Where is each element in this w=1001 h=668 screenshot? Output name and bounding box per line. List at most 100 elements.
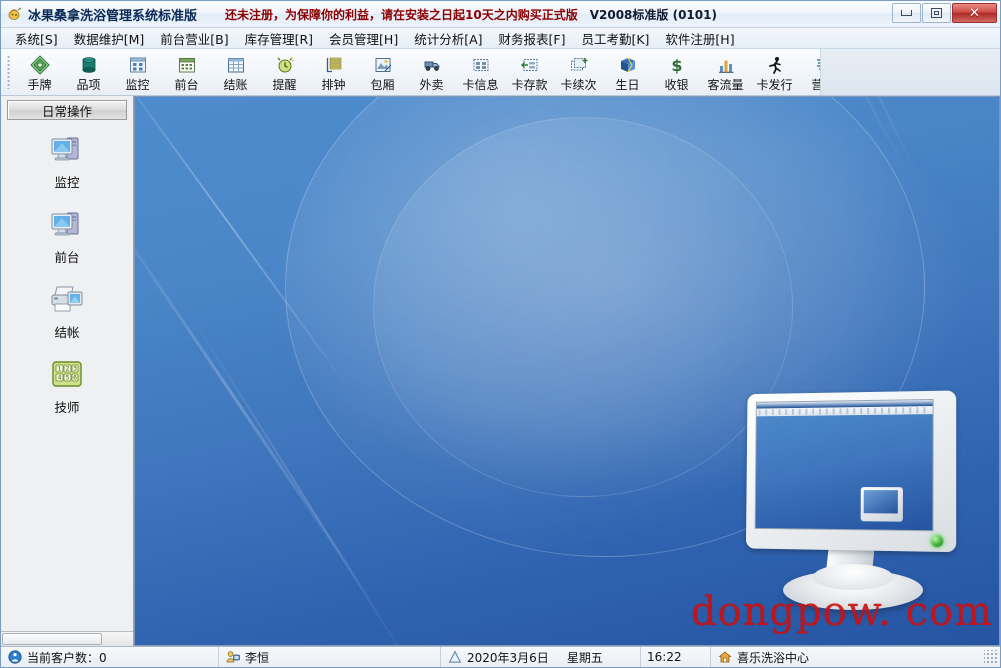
- app-icon: [7, 6, 23, 22]
- menu-item-inventory[interactable]: 库存管理[R]: [237, 27, 321, 50]
- toolbar-button-monitor[interactable]: 监控: [113, 50, 162, 94]
- resize-grip[interactable]: [984, 650, 998, 664]
- svg-text:$: $: [671, 56, 682, 75]
- calendar-small-icon: [447, 650, 462, 665]
- cylinder-icon: [78, 54, 100, 75]
- minimize-icon: [901, 10, 912, 16]
- toolbar-label: 卡存款: [511, 78, 548, 92]
- weekday-text: 星期五: [566, 650, 603, 665]
- toolbar-button-items[interactable]: 品项: [64, 50, 113, 94]
- lcd-monitor-artwork: dongpow. com: [735, 390, 963, 610]
- list-bars-icon: [323, 54, 345, 75]
- monitor-screen: dongpow. com: [754, 398, 934, 532]
- time-text: 16:22: [647, 650, 682, 664]
- printer-icon: [48, 282, 86, 318]
- toolbar-button-schedule[interactable]: 排钟: [309, 50, 358, 94]
- toolbar-drag-handle[interactable]: [7, 55, 10, 89]
- svg-text:4: 4: [58, 375, 62, 382]
- toolbar-label: 客流量: [707, 78, 744, 92]
- window-controls: ✕: [891, 3, 997, 23]
- toolbar-label: 结账: [223, 78, 248, 92]
- status-store: 喜乐洗浴中心: [711, 647, 815, 667]
- sidebar-panel: 日常操作 监控 前台 结帐 1 2 3 4 5 6 技师: [1, 96, 134, 646]
- svg-text:1: 1: [58, 366, 62, 373]
- sidebar-item-monitor[interactable]: 监控: [5, 132, 129, 191]
- status-date: 2020年3月6日 星期五: [441, 647, 641, 667]
- sidebar-item-label: 结帐: [54, 325, 80, 340]
- people-icon: [7, 650, 22, 665]
- toolbar-label: 生日: [615, 78, 640, 92]
- operator-name: 李恒: [245, 650, 270, 665]
- svg-text:6: 6: [73, 375, 77, 382]
- sidebar-item-label: 前台: [54, 250, 80, 265]
- toolbar-button-card-info[interactable]: 卡信息: [456, 50, 505, 94]
- alarm-icon: [274, 54, 296, 75]
- menu-item-registration[interactable]: 软件注册[H]: [657, 27, 742, 50]
- toolbar-button-reminder[interactable]: 提醒: [260, 50, 309, 94]
- menu-item-membership[interactable]: 会员管理[H]: [321, 27, 406, 50]
- toolbar-label: 卡信息: [462, 78, 499, 92]
- nested-watermark: dongpow. com: [871, 529, 908, 531]
- application-window: 冰果桑拿洗浴管理系统标准版 还未注册，为保障你的利益，请在安装之日起10天之内购…: [0, 0, 1001, 668]
- toolbar-label: 外卖: [419, 78, 444, 92]
- menu-bar: 系统[S] 数据维护[M] 前台营业[B] 库存管理[R] 会员管理[H] 统计…: [1, 28, 1000, 49]
- menu-item-statistics[interactable]: 统计分析[A]: [406, 27, 490, 50]
- keypad-icon: 123 456: [48, 357, 86, 393]
- toolbar-button-card-deposit[interactable]: 卡存款: [505, 50, 554, 94]
- toolbar-label: 品项: [76, 78, 101, 92]
- svg-text:5: 5: [66, 375, 70, 382]
- toolbar-button-room[interactable]: 包厢: [358, 50, 407, 94]
- toolbar-label: 卡续次: [560, 78, 597, 92]
- minimize-button[interactable]: [892, 3, 921, 23]
- status-time: 16:22: [641, 647, 711, 667]
- title-bar: 冰果桑拿洗浴管理系统标准版 还未注册，为保障你的利益，请在安装之日起10天之内购…: [1, 1, 1000, 28]
- status-bar: 当前客户数：0 李恒 2020年3月6日 星期五 16:22 喜乐洗浴中心: [1, 646, 1000, 667]
- card-renew-icon: [568, 54, 590, 75]
- toolbar-label: 卡发行: [756, 78, 793, 92]
- toolbar-button-cashier[interactable]: $ 收银: [652, 50, 701, 94]
- toolbar-button-card-issue[interactable]: 卡发行: [750, 50, 799, 94]
- svg-text:2: 2: [66, 366, 70, 373]
- gift-box-icon: [617, 54, 639, 75]
- status-customer-count: 当前客户数：0: [1, 647, 219, 667]
- toolbar-label: 提醒: [272, 78, 297, 92]
- close-button[interactable]: ✕: [952, 3, 997, 23]
- room-icon: [372, 54, 394, 75]
- close-icon: ✕: [969, 5, 980, 21]
- store-name: 喜乐洗浴中心: [737, 650, 810, 665]
- sidebar-item-frontdesk[interactable]: 前台: [5, 207, 129, 266]
- sidebar-item-technician[interactable]: 123 456 技师: [5, 357, 129, 416]
- sidebar-horizontal-scrollbar[interactable]: [1, 631, 133, 646]
- toolbar-button-card-renew[interactable]: 卡续次: [554, 50, 603, 94]
- toolbar-button-handcard[interactable]: 手牌: [15, 50, 64, 94]
- user-icon: [225, 650, 240, 665]
- sidebar-group-header[interactable]: 日常操作: [7, 100, 127, 120]
- maximize-button[interactable]: [922, 3, 951, 23]
- sidebar-item-label: 技师: [54, 400, 80, 415]
- monitor-frame: dongpow. com: [745, 390, 957, 553]
- scrollbar-thumb[interactable]: [2, 633, 102, 645]
- window-body: 日常操作 监控 前台 结帐 1 2 3 4 5 6 技师 dongpow. co…: [1, 96, 1000, 646]
- menu-item-system[interactable]: 系统[S]: [7, 27, 66, 50]
- toolbar-button-birthday[interactable]: 生日: [603, 50, 652, 94]
- menu-item-data-maintenance[interactable]: 数据维护[M]: [66, 27, 153, 50]
- maximize-icon: [931, 8, 942, 18]
- menu-item-attendance[interactable]: 员工考勤[K]: [573, 27, 657, 50]
- toolbar-button-traffic[interactable]: 客流量: [701, 50, 750, 94]
- table-icon: [225, 54, 247, 75]
- toolbar-button-checkout[interactable]: 结账: [211, 50, 260, 94]
- toolbar-filler: [820, 49, 1000, 95]
- sidebar-item-settlement[interactable]: 结帐: [5, 282, 129, 341]
- power-led-icon: [930, 534, 944, 548]
- toolbar-button-takeout[interactable]: 外卖: [407, 50, 456, 94]
- toolbar-label: 手牌: [27, 78, 52, 92]
- site-watermark: dongpow. com: [690, 589, 993, 635]
- calendar-icon: [176, 54, 198, 75]
- menu-item-front-desk[interactable]: 前台营业[B]: [152, 27, 236, 50]
- toolbar-label: 包厢: [370, 78, 395, 92]
- grid-window-icon: [127, 54, 149, 75]
- menu-item-finance-report[interactable]: 财务报表[F]: [491, 27, 574, 50]
- customer-count-text: 当前客户数：0: [27, 650, 107, 665]
- toolbar-label: 前台: [174, 78, 199, 92]
- toolbar-button-frontdesk[interactable]: 前台: [162, 50, 211, 94]
